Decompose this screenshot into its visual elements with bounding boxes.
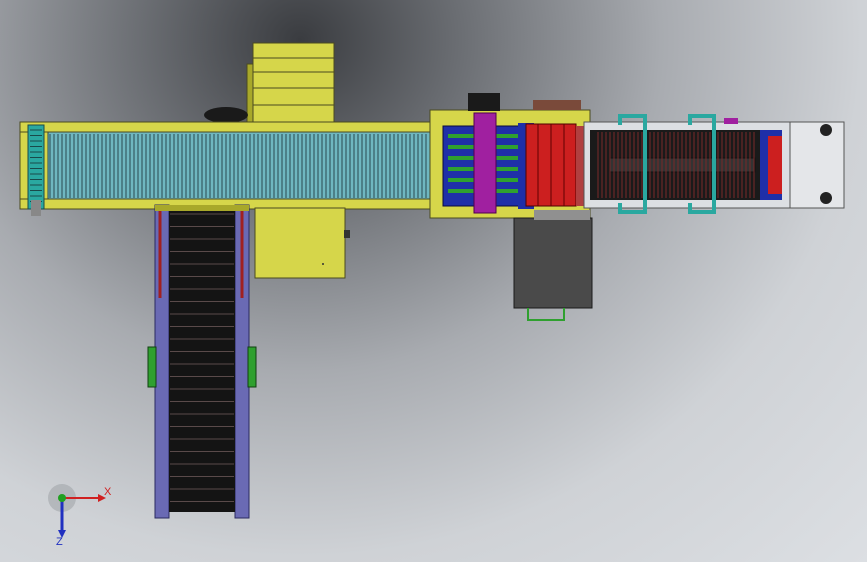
incline-conveyor[interactable]: [147, 204, 257, 519]
control-box[interactable]: [254, 207, 350, 279]
machine-model[interactable]: [0, 0, 867, 562]
gearbox[interactable]: [513, 210, 593, 321]
z-axis-label: Z: [56, 536, 63, 548]
x-axis-label: X: [104, 486, 112, 498]
orientation-triad[interactable]: X Y Z: [40, 480, 120, 550]
main-conveyor[interactable]: [19, 121, 451, 216]
press-section[interactable]: [429, 93, 591, 219]
hopper-stack[interactable]: [204, 42, 335, 126]
output-section[interactable]: [583, 114, 845, 214]
cad-viewport[interactable]: X Y Z: [0, 0, 867, 562]
